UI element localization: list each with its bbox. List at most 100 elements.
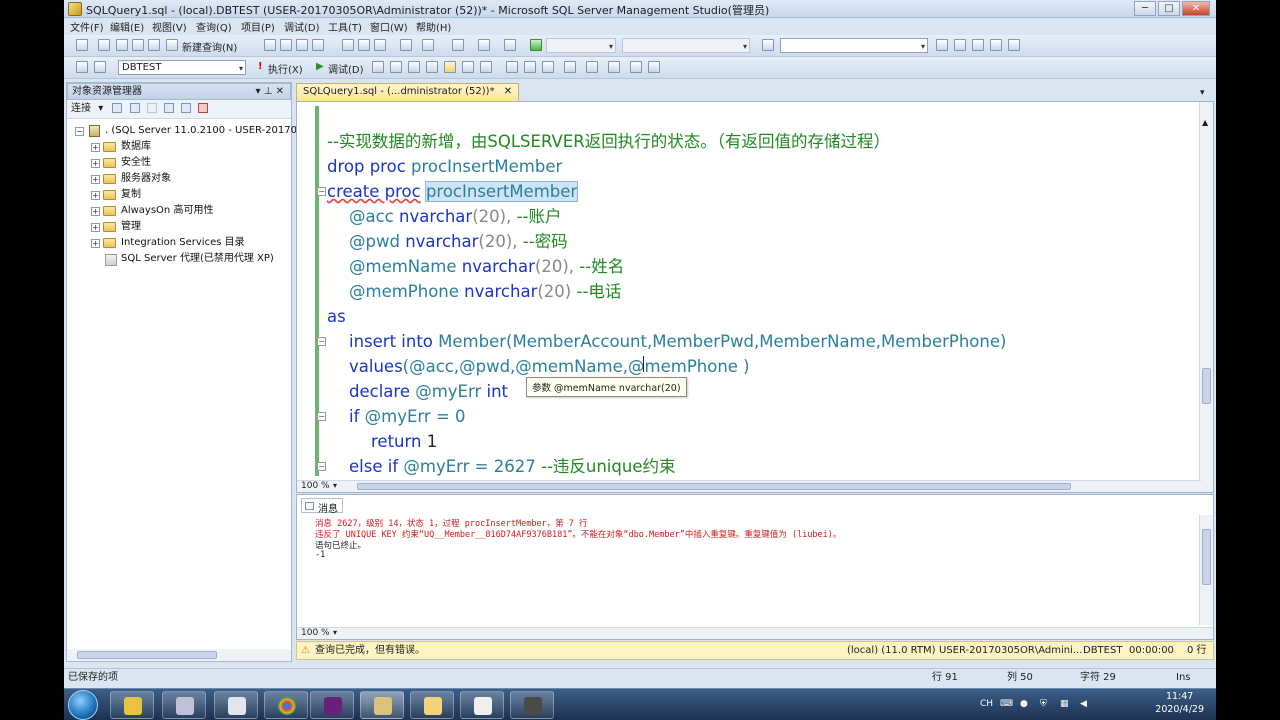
keyboard-icon[interactable]: ⌨ — [1000, 699, 1013, 709]
object-explorer-hscrollbar[interactable] — [67, 649, 291, 661]
expand-server-objects-icon[interactable]: + — [91, 175, 100, 184]
zoom-dropdown-icon[interactable]: ▾ — [333, 628, 337, 637]
toolbar-options-icon[interactable] — [1008, 39, 1020, 51]
navigate-back-icon[interactable] — [452, 39, 464, 51]
editor-hscroll-thumb[interactable] — [357, 483, 1071, 490]
save-icon[interactable] — [132, 39, 144, 51]
expand-databases-icon[interactable]: + — [91, 143, 100, 152]
expand-security-icon[interactable]: + — [91, 159, 100, 168]
vscroll-thumb[interactable] — [1202, 368, 1211, 404]
connect-dropdown-arrow-icon[interactable]: ▾ — [98, 103, 103, 114]
taskbar-app-2[interactable] — [162, 691, 206, 719]
uncomment-icon[interactable] — [564, 61, 576, 73]
mdx-query-icon[interactable] — [296, 39, 308, 51]
minimize-button[interactable]: ─ — [1134, 1, 1156, 16]
tab-close-icon[interactable]: ✕ — [504, 86, 512, 97]
fold-toggle-icon[interactable]: − — [317, 187, 326, 196]
decrease-indent-icon[interactable] — [586, 61, 598, 73]
toolbar2-options-icon[interactable] — [648, 61, 660, 73]
tab-messages[interactable]: 消息 — [301, 498, 343, 515]
paste-icon[interactable] — [374, 39, 386, 51]
start-button[interactable] — [68, 690, 98, 720]
include-plan-icon[interactable] — [444, 61, 456, 73]
results-to-text-icon[interactable] — [480, 61, 492, 73]
execute-button[interactable]: 执行(X) — [268, 61, 303, 76]
analysis-query-icon[interactable] — [280, 39, 292, 51]
new-project-icon[interactable] — [76, 39, 88, 51]
tab-sqlquery1[interactable]: SQLQuery1.sql - (...dministrator (52))* … — [296, 83, 520, 101]
specify-values-icon[interactable] — [630, 61, 642, 73]
menu-view[interactable]: 视图(V) — [152, 19, 187, 34]
copy-icon[interactable] — [358, 39, 370, 51]
tree-server-node[interactable]: . (SQL Server 11.0.2100 - USER-20170305 — [105, 124, 316, 138]
fold-toggle-icon[interactable]: − — [317, 337, 326, 346]
start-debug-icon[interactable] — [530, 39, 542, 51]
close-button[interactable]: ✕ — [1182, 1, 1210, 16]
tree-item-security[interactable]: 安全性 — [121, 156, 151, 170]
client-stats-icon[interactable] — [462, 61, 474, 73]
activity-monitor-icon[interactable] — [198, 103, 209, 113]
increase-indent-icon[interactable] — [608, 61, 620, 73]
expand-alwayson-icon[interactable]: + — [91, 207, 100, 216]
properties-icon[interactable] — [990, 39, 1002, 51]
stop-icon[interactable] — [146, 103, 157, 113]
find-combo[interactable]: ▾ — [780, 38, 928, 53]
language-indicator[interactable]: CH — [980, 699, 993, 709]
debug-button[interactable]: 调试(D) — [328, 61, 364, 76]
taskbar-explorer[interactable] — [410, 691, 454, 719]
taskbar-visual-studio[interactable] — [310, 691, 354, 719]
available-databases-combo[interactable]: DBTEST ▾ — [118, 60, 246, 75]
connect-server-icon[interactable] — [112, 103, 123, 113]
expand-integration-services-icon[interactable]: + — [91, 239, 100, 248]
tree-item-integration-services[interactable]: Integration Services 目录 — [121, 236, 245, 250]
save-all-icon[interactable] — [148, 39, 160, 51]
query-designer-icon[interactable] — [426, 61, 438, 73]
editor-zoom[interactable]: 100 % — [301, 481, 330, 491]
fold-toggle-icon[interactable]: − — [317, 462, 326, 471]
refresh-icon[interactable] — [181, 103, 192, 113]
scroll-up-icon[interactable]: ▲ — [1202, 119, 1211, 127]
connect-icon[interactable] — [76, 61, 88, 73]
tree-item-replication[interactable]: 复制 — [121, 188, 141, 202]
tray-icon[interactable]: ● — [1020, 699, 1028, 709]
tab-list-dropdown-icon[interactable]: ▾ — [1200, 88, 1205, 98]
solution-config-combo[interactable]: ▾ — [546, 38, 616, 53]
results-to-file-icon[interactable] — [524, 61, 536, 73]
parse-icon[interactable] — [390, 61, 402, 73]
tree-item-management[interactable]: 管理 — [121, 220, 141, 234]
fold-toggle-icon[interactable]: − — [317, 412, 326, 421]
results-to-grid-icon[interactable] — [506, 61, 518, 73]
platform-combo[interactable]: ▾ — [622, 38, 750, 53]
add-item-icon[interactable] — [98, 39, 110, 51]
tree-item-databases[interactable]: 数据库 — [121, 140, 151, 154]
menu-project[interactable]: 项目(P) — [241, 19, 275, 34]
new-query-button[interactable]: 新建查询(N) — [182, 39, 237, 54]
maximize-button[interactable]: □ — [1158, 1, 1180, 16]
system-clock[interactable]: 11:47 2020/4/29 — [1155, 690, 1204, 716]
connect-dropdown[interactable]: 连接 — [71, 103, 91, 114]
object-explorer-icon[interactable] — [954, 39, 966, 51]
panel-pin-close-icons[interactable]: ▾ ⊥ ✕ — [256, 84, 284, 99]
network-icon[interactable]: ▦ — [1060, 699, 1069, 709]
menu-window[interactable]: 窗口(W) — [370, 19, 408, 34]
taskbar-app-1[interactable] — [110, 691, 154, 719]
window-layout-icon[interactable] — [504, 39, 516, 51]
collapse-server-icon[interactable]: − — [75, 127, 84, 136]
cut-icon[interactable] — [342, 39, 354, 51]
tree-item-alwayson[interactable]: AlwaysOn 高可用性 — [121, 204, 213, 218]
menu-edit[interactable]: 编辑(E) — [110, 19, 144, 34]
menu-help[interactable]: 帮助(H) — [416, 19, 451, 34]
menu-tools[interactable]: 工具(T) — [328, 19, 362, 34]
taskbar-ssms[interactable] — [360, 691, 404, 719]
query-editor[interactable]: --实现数据的新增，由SQLSERVER返回执行的状态。（有返回值的存储过程） … — [296, 101, 1214, 493]
results-zoom[interactable]: 100 % — [301, 628, 330, 638]
estimated-plan-icon[interactable] — [408, 61, 420, 73]
zoom-dropdown-icon[interactable]: ▾ — [333, 481, 337, 490]
results-vscroll-thumb[interactable] — [1202, 529, 1211, 585]
hscroll-thumb[interactable] — [77, 651, 217, 659]
shield-icon[interactable]: ⛨ — [1040, 699, 1047, 709]
open-file-icon[interactable] — [116, 39, 128, 51]
navigate-forward-icon[interactable] — [478, 39, 490, 51]
menu-query[interactable]: 查询(Q) — [196, 19, 232, 34]
disconnect-icon[interactable] — [129, 103, 140, 113]
